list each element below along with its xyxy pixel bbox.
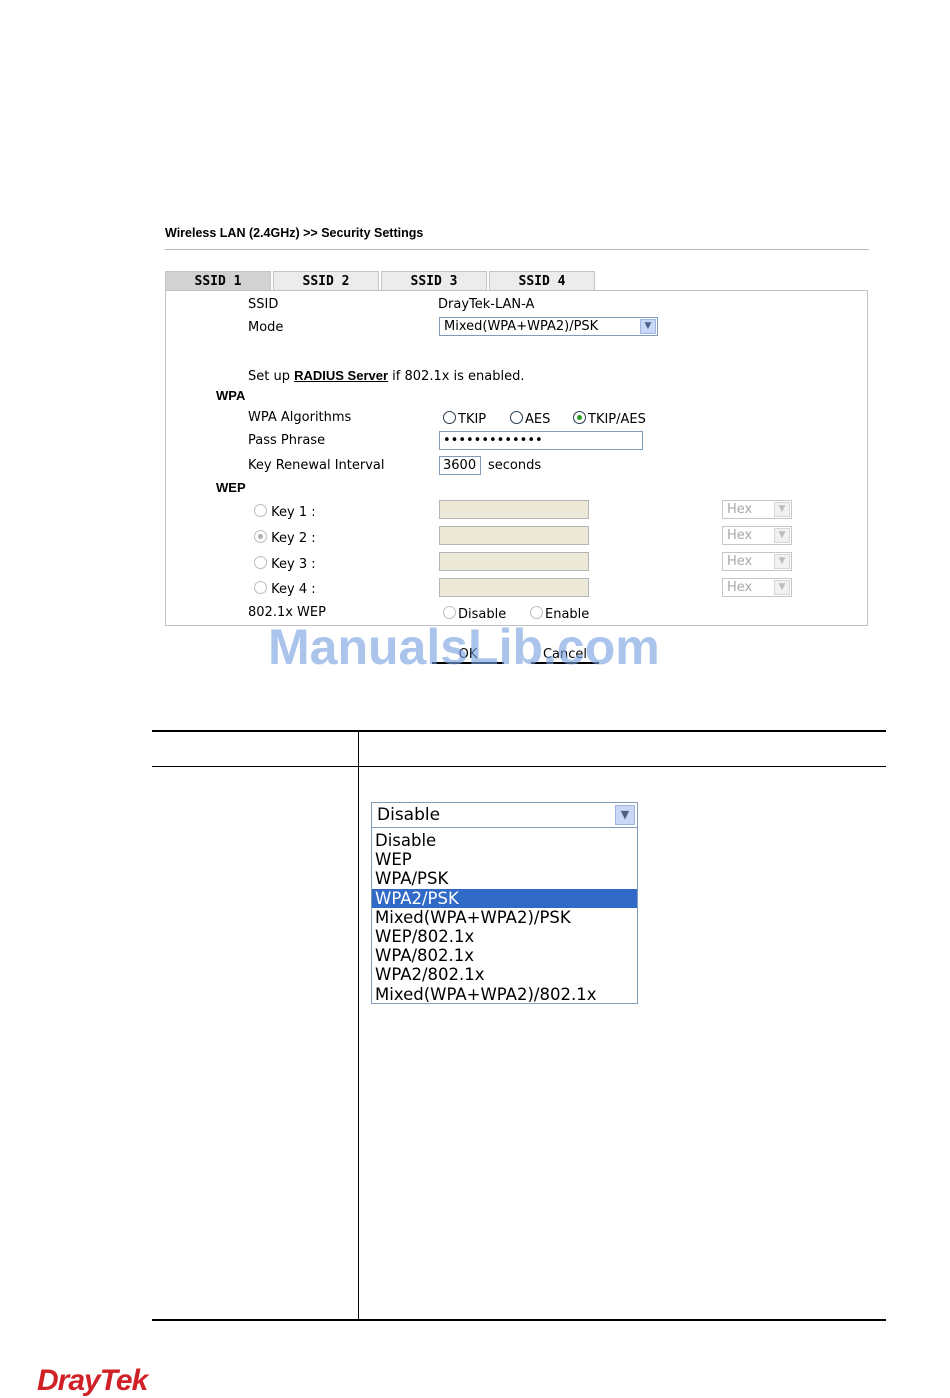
wpa-section-title: WPA — [216, 388, 246, 403]
wep-key-3-input[interactable] — [439, 552, 589, 571]
mode-select[interactable]: Mixed(WPA+WPA2)/PSK ▼ — [439, 317, 658, 336]
breadcrumb-divider — [165, 249, 869, 250]
security-mode-options: Disable WEP WPA/PSK WPA2/PSK Mixed(WPA+W… — [371, 828, 638, 1004]
option-mixed-psk[interactable]: Mixed(WPA+WPA2)/PSK — [372, 908, 637, 927]
wep-key-1-input[interactable] — [439, 500, 589, 519]
radius-note-suffix: if 802.1x is enabled. — [388, 369, 525, 384]
radio-aes[interactable] — [510, 411, 523, 424]
key-renewal-input[interactable]: 3600 — [439, 456, 481, 475]
pass-phrase-label: Pass Phrase — [248, 433, 326, 448]
table-bottom-rule — [152, 1319, 886, 1321]
chevron-down-icon: ▼ — [774, 580, 790, 595]
wep-key-4-input[interactable] — [439, 578, 589, 597]
chevron-down-icon: ▼ — [774, 554, 790, 569]
wep-section-title: WEP — [216, 480, 246, 495]
watermark: ManualsLib.com — [268, 619, 660, 675]
tab-ssid-4[interactable]: SSID 4 — [489, 271, 595, 291]
option-wep[interactable]: WEP — [372, 850, 637, 869]
draytek-logo: DrayTek — [37, 1364, 148, 1397]
ssid-tabs: SSID 1 SSID 2 SSID 3 SSID 4 — [165, 271, 597, 291]
table-column-divider — [358, 731, 359, 1320]
option-wpa-psk[interactable]: WPA/PSK — [372, 869, 637, 888]
mode-select-value: Mixed(WPA+WPA2)/PSK — [444, 319, 599, 334]
wep-key-3-format-select[interactable]: Hex ▼ — [722, 552, 792, 571]
security-mode-selected: Disable — [377, 805, 441, 825]
wpa-algorithm-aes[interactable]: AES — [510, 411, 550, 427]
wep-key-4-format-select[interactable]: Hex ▼ — [722, 578, 792, 597]
tab-ssid-3[interactable]: SSID 3 — [381, 271, 487, 291]
radius-note-prefix: Set up — [248, 369, 295, 384]
key-renewal-label: Key Renewal Interval — [248, 458, 385, 473]
breadcrumb: Wireless LAN (2.4GHz) >> Security Settin… — [165, 226, 424, 240]
chevron-down-icon: ▼ — [640, 319, 656, 334]
ssid-value: DrayTek-LAN-A — [438, 297, 535, 312]
pass-phrase-input[interactable]: ••••••••••••• — [439, 431, 643, 450]
wep-key-2[interactable]: Key 2 : — [254, 530, 316, 546]
table-top-rule — [152, 730, 886, 732]
wep-key-4[interactable]: Key 4 : — [254, 581, 316, 597]
wep-key-1[interactable]: Key 1 : — [254, 504, 316, 520]
option-mixed-8021x[interactable]: Mixed(WPA+WPA2)/802.1x — [372, 985, 637, 1004]
mode-label: Mode — [248, 320, 284, 335]
tab-ssid-2[interactable]: SSID 2 — [273, 271, 379, 291]
radio-key-2[interactable] — [254, 530, 267, 543]
wpa-algorithms-group: TKIP AES TKIP/AES — [443, 411, 673, 427]
radio-tkip[interactable] — [443, 411, 456, 424]
chevron-down-icon: ▼ — [774, 528, 790, 543]
radio-key-3[interactable] — [254, 556, 267, 569]
table-header-rule — [152, 766, 886, 767]
ssid-label: SSID — [248, 297, 279, 312]
radius-note: Set up RADIUS Server if 802.1x is enable… — [248, 368, 525, 384]
security-mode-dropdown[interactable]: Disable ▼ — [371, 802, 638, 828]
key-renewal-unit: seconds — [488, 458, 542, 473]
radio-key-4[interactable] — [254, 581, 267, 594]
option-wpa2-psk[interactable]: WPA2/PSK — [372, 888, 637, 908]
wpa-algorithms-label: WPA Algorithms — [248, 410, 352, 425]
radio-tkip-aes[interactable] — [573, 411, 586, 424]
wep-key-1-format-select[interactable]: Hex ▼ — [722, 500, 792, 519]
wep-key-2-format-select[interactable]: Hex ▼ — [722, 526, 792, 545]
option-wep-8021x[interactable]: WEP/802.1x — [372, 927, 637, 946]
option-wpa-8021x[interactable]: WPA/802.1x — [372, 946, 637, 965]
option-wpa2-8021x[interactable]: WPA2/802.1x — [372, 965, 637, 984]
wpa-algorithm-tkip-aes[interactable]: TKIP/AES — [573, 411, 646, 427]
option-disable[interactable]: Disable — [372, 831, 637, 850]
wpa-algorithm-tkip[interactable]: TKIP — [443, 411, 486, 427]
radio-key-1[interactable] — [254, 504, 267, 517]
radius-server-link[interactable]: RADIUS Server — [294, 368, 388, 383]
wep-key-3[interactable]: Key 3 : — [254, 556, 316, 572]
tab-ssid-1[interactable]: SSID 1 — [165, 271, 271, 291]
wep-key-2-input[interactable] — [439, 526, 589, 545]
chevron-down-icon: ▼ — [774, 502, 790, 517]
chevron-down-icon: ▼ — [615, 805, 635, 825]
